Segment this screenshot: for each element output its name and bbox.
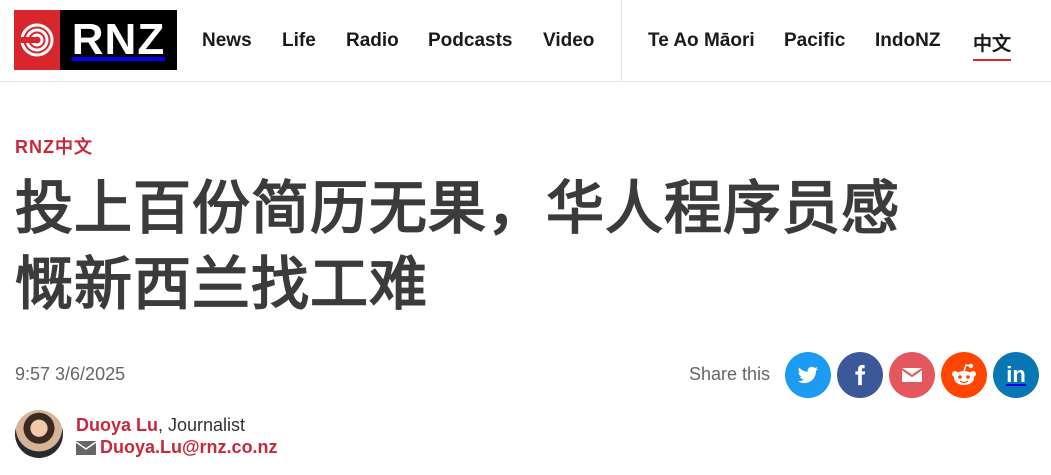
nav-radio[interactable]: Radio bbox=[346, 30, 399, 52]
share-twitter-button[interactable] bbox=[785, 352, 831, 398]
nav-divider bbox=[621, 0, 622, 82]
rnz-logo-mark-icon bbox=[14, 10, 60, 70]
nav-video[interactable]: Video bbox=[543, 30, 594, 52]
envelope-icon bbox=[76, 440, 96, 455]
share-linkedin-button[interactable]: in bbox=[993, 352, 1039, 398]
share-email-button[interactable] bbox=[889, 352, 935, 398]
article-headline: 投上百份简历无果，华人程序员感 慨新西兰找工难 bbox=[15, 170, 1035, 322]
author-name-link[interactable]: Duoya Lu bbox=[76, 415, 158, 435]
mail-icon bbox=[901, 368, 923, 382]
site-header: RNZ News Life Radio Podcasts Video Te Ao… bbox=[0, 0, 1051, 82]
nav-podcasts[interactable]: Podcasts bbox=[428, 30, 512, 52]
headline-line-1: 投上百份简历无果，华人程序员感 bbox=[15, 174, 901, 242]
twitter-icon bbox=[797, 366, 819, 384]
rnz-logo[interactable]: RNZ bbox=[14, 10, 177, 70]
nav-life[interactable]: Life bbox=[282, 30, 316, 52]
nav-news[interactable]: News bbox=[202, 30, 252, 52]
share-label: Share this bbox=[689, 364, 771, 384]
publish-timestamp: 9:57 3/6/2025 bbox=[15, 364, 126, 384]
author-byline: Duoya Lu, Journalist bbox=[76, 415, 245, 436]
section-kicker[interactable]: RNZ中文 bbox=[15, 133, 93, 159]
headline-line-2: 慨新西兰找工难 bbox=[15, 250, 429, 318]
facebook-icon bbox=[855, 364, 866, 386]
author-email-link[interactable]: Duoya.Lu@rnz.co.nz bbox=[100, 437, 278, 458]
nav-te-ao-maori[interactable]: Te Ao Māori bbox=[648, 30, 755, 52]
author-avatar bbox=[15, 410, 63, 458]
author-email-line: Duoya.Lu@rnz.co.nz bbox=[76, 437, 278, 458]
linkedin-icon: in bbox=[1006, 362, 1026, 387]
author-role: , Journalist bbox=[158, 415, 246, 435]
nav-indonz[interactable]: IndoNZ bbox=[875, 30, 940, 52]
nav-chinese[interactable]: 中文 bbox=[973, 29, 1012, 61]
rnz-logo-text: RNZ bbox=[60, 10, 177, 70]
reddit-icon bbox=[952, 363, 976, 385]
share-facebook-button[interactable] bbox=[837, 352, 883, 398]
share-reddit-button[interactable] bbox=[941, 352, 987, 398]
nav-pacific[interactable]: Pacific bbox=[784, 30, 845, 52]
